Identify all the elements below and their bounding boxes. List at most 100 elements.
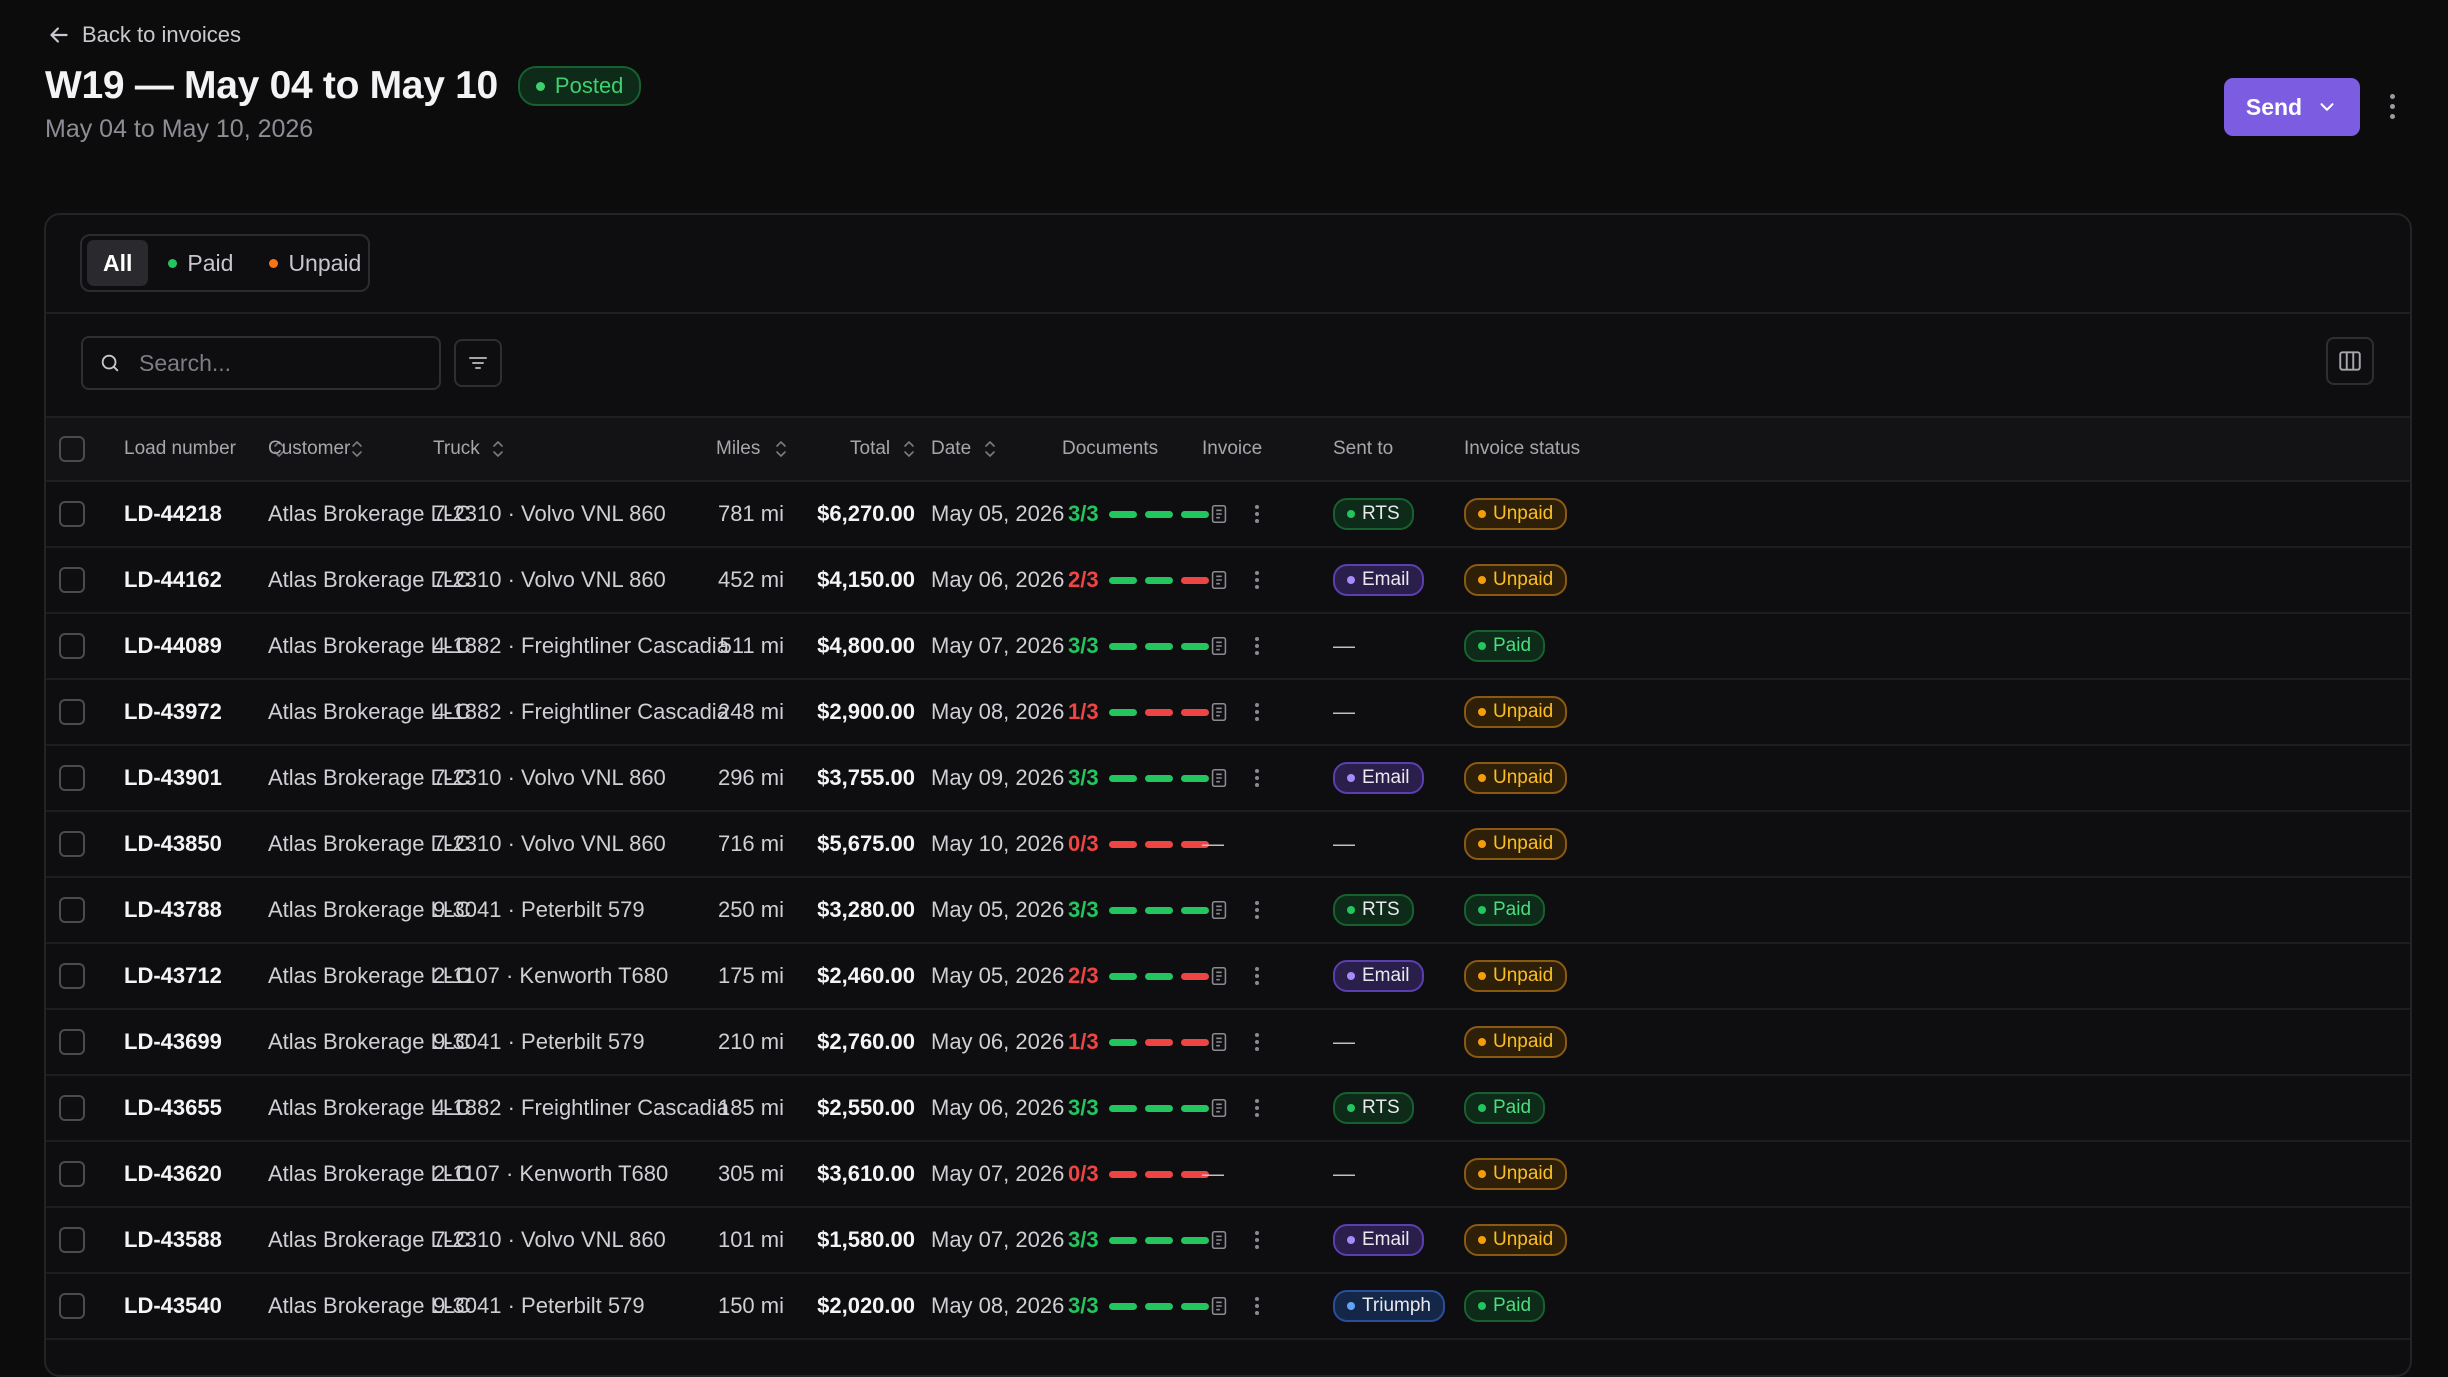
load-number-cell[interactable]: LD-43850 [124, 812, 222, 876]
row-checkbox[interactable] [59, 501, 85, 527]
load-number-cell[interactable]: LD-43788 [124, 878, 222, 942]
columns-toggle-button[interactable] [2326, 337, 2374, 385]
invoice-more-icon[interactable] [1250, 569, 1264, 591]
invoice-more-icon[interactable] [1250, 503, 1264, 525]
miles-value: 210 mi [717, 1029, 784, 1054]
row-checkbox[interactable] [59, 831, 85, 857]
table-row[interactable]: LD-43540 Atlas Brokerage LLC 9-3041 · Pete… [46, 1274, 2410, 1340]
invoice-more-icon[interactable] [1250, 965, 1264, 987]
sent-to-cell: — [1333, 812, 1355, 876]
invoice-document-icon[interactable] [1208, 503, 1230, 525]
invoice-status-label: Unpaid [1493, 1031, 1554, 1052]
invoice-document-icon[interactable] [1208, 635, 1230, 657]
column-header-load-number[interactable]: Load number [124, 418, 284, 480]
row-checkbox[interactable] [59, 633, 85, 659]
invoice-more-icon[interactable] [1250, 1031, 1264, 1053]
truck-cell: 4-1882 · Freightliner Cascadia [433, 680, 729, 744]
invoice-document-icon[interactable] [1208, 1295, 1230, 1317]
load-number-cell[interactable]: LD-44218 [124, 482, 222, 546]
column-header-documents: Documents [1062, 418, 1158, 480]
row-checkbox[interactable] [59, 897, 85, 923]
invoice-document-icon[interactable] [1208, 569, 1230, 591]
column-header-truck[interactable]: Truck [433, 418, 503, 480]
table-row[interactable]: LD-44218 Atlas Brokerage LLC 7-2310 · Volv… [46, 482, 2410, 548]
table-row[interactable]: LD-43588 Atlas Brokerage LLC 7-2310 · Volv… [46, 1208, 2410, 1274]
invoice-status-cell: Paid [1464, 878, 1546, 942]
truck-name: 4-1882 · Freightliner Cascadia [433, 699, 729, 724]
invoice-more-icon[interactable] [1250, 1229, 1264, 1251]
table-row[interactable]: LD-43788 Atlas Brokerage LLC 9-3041 · Pete… [46, 878, 2410, 944]
column-header-miles[interactable]: Miles [716, 418, 786, 480]
sort-icon[interactable] [902, 439, 916, 459]
invoice-document-icon[interactable] [1208, 701, 1230, 723]
row-checkbox[interactable] [59, 1095, 85, 1121]
table-row[interactable]: LD-43699 Atlas Brokerage LLC 9-3041 · Pete… [46, 1010, 2410, 1076]
row-checkbox[interactable] [59, 1029, 85, 1055]
date-cell: May 07, 2026 [931, 1142, 1064, 1206]
invoice-document-icon[interactable] [1208, 899, 1230, 921]
tab-unpaid[interactable]: Unpaid [253, 240, 377, 286]
table-row[interactable]: LD-43655 Atlas Brokerage LLC 4-1882 · Frei… [46, 1076, 2410, 1142]
load-number-cell[interactable]: LD-43620 [124, 1142, 222, 1206]
table-row[interactable]: LD-43850 Atlas Brokerage LLC 7-2310 · Volv… [46, 812, 2410, 878]
filter-button[interactable] [454, 339, 502, 387]
row-checkbox[interactable] [59, 963, 85, 989]
load-number-cell[interactable]: LD-43540 [124, 1274, 222, 1338]
column-header-date[interactable]: Date [931, 418, 995, 480]
invoice-status-label: Unpaid [1493, 767, 1554, 788]
sort-icon[interactable] [491, 439, 505, 459]
invoice-document-icon[interactable] [1208, 767, 1230, 789]
row-checkbox[interactable] [59, 1161, 85, 1187]
load-number-cell[interactable]: LD-43901 [124, 746, 222, 810]
send-button[interactable]: Send [2224, 78, 2360, 136]
back-to-invoices-link[interactable]: Back to invoices [46, 22, 241, 48]
invoice-document-icon[interactable] [1208, 965, 1230, 987]
load-number-cell[interactable]: LD-44089 [124, 614, 222, 678]
table-row[interactable]: LD-43620 Atlas Brokerage LLC 2-1107 · Kenw… [46, 1142, 2410, 1208]
table-row[interactable]: LD-43712 Atlas Brokerage LLC 2-1107 · Kenw… [46, 944, 2410, 1010]
invoice-more-icon[interactable] [1250, 899, 1264, 921]
load-number-cell[interactable]: LD-43699 [124, 1010, 222, 1074]
row-checkbox[interactable] [59, 1227, 85, 1253]
truck-name: 9-3041 · Peterbilt 579 [433, 897, 645, 922]
invoice-more-icon[interactable] [1250, 1097, 1264, 1119]
sort-icon[interactable] [774, 439, 788, 459]
column-header-total[interactable]: Total [850, 418, 914, 480]
invoice-document-icon[interactable] [1208, 1097, 1230, 1119]
row-checkbox[interactable] [59, 765, 85, 791]
load-number-cell[interactable]: LD-44162 [124, 548, 222, 612]
table-row[interactable]: LD-44089 Atlas Brokerage LLC 4-1882 · Frei… [46, 614, 2410, 680]
row-checkbox[interactable] [59, 1293, 85, 1319]
load-number-cell[interactable]: LD-43712 [124, 944, 222, 1008]
table-row[interactable]: LD-43972 Atlas Brokerage LLC 4-1882 · Frei… [46, 680, 2410, 746]
more-options-button[interactable] [2380, 86, 2404, 126]
invoice-document-icon[interactable] [1208, 1229, 1230, 1251]
table-row[interactable]: LD-44162 Atlas Brokerage LLC 7-2310 · Volv… [46, 548, 2410, 614]
column-label: Load number [124, 438, 236, 459]
row-checkbox[interactable] [59, 699, 85, 725]
invoice-document-icon[interactable] [1208, 1031, 1230, 1053]
sort-icon[interactable] [983, 439, 997, 459]
select-all-checkbox[interactable] [59, 436, 85, 462]
invoice-status-label: Unpaid [1493, 569, 1554, 590]
search-input[interactable] [137, 348, 411, 378]
sent-to-badge: Email [1333, 1224, 1424, 1256]
tab-all[interactable]: All [87, 240, 149, 286]
total-value: $2,900.00 [817, 699, 915, 724]
row-checkbox[interactable] [59, 567, 85, 593]
load-number-cell[interactable]: LD-43972 [124, 680, 222, 744]
total-cell: $4,150.00 [817, 548, 915, 612]
load-number-cell[interactable]: LD-43655 [124, 1076, 222, 1140]
invoice-more-icon[interactable] [1250, 701, 1264, 723]
document-progress-segment [1108, 1236, 1137, 1244]
invoice-more-icon[interactable] [1250, 1295, 1264, 1317]
load-number: LD-43972 [124, 699, 222, 724]
load-number-cell[interactable]: LD-43588 [124, 1208, 222, 1272]
invoice-more-icon[interactable] [1250, 767, 1264, 789]
invoice-more-icon[interactable] [1250, 635, 1264, 657]
sort-icon[interactable] [350, 439, 364, 459]
column-header-customer[interactable]: Customer [268, 418, 362, 480]
date-value: May 07, 2026 [931, 1161, 1065, 1186]
table-row[interactable]: LD-43901 Atlas Brokerage LLC 7-2310 · Volv… [46, 746, 2410, 812]
tab-paid[interactable]: Paid [152, 240, 249, 286]
